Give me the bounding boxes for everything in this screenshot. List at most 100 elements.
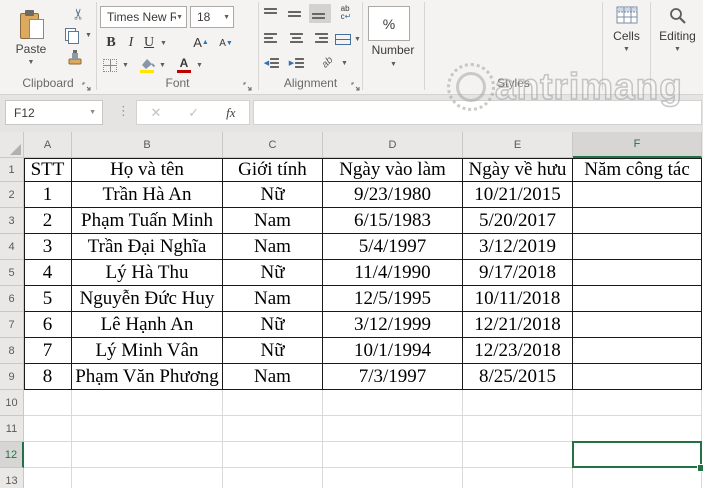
cell-E11[interactable] [463,416,573,442]
row-header-4[interactable]: 4 [0,234,24,260]
cell-D5[interactable]: 11/4/1990 [323,260,463,286]
fill-color-button[interactable] [137,55,157,75]
row-header-1[interactable]: 1 [0,158,24,182]
cell-B2[interactable]: Trần Hà An [72,182,223,208]
row-header-8[interactable]: 8 [0,338,24,364]
column-header-D[interactable]: D [323,132,463,158]
cell-E7[interactable]: 12/21/2018 [463,312,573,338]
increase-indent-button[interactable]: ▶ [286,54,308,72]
cell-C13[interactable] [223,468,323,488]
cell-E2[interactable]: 10/21/2015 [463,182,573,208]
cell-D13[interactable] [323,468,463,488]
decrease-indent-button[interactable]: ◀ [261,54,283,72]
cell-C11[interactable] [223,416,323,442]
cell-B1[interactable]: Họ và tên [72,158,223,182]
align-right-button[interactable] [309,29,331,48]
column-header-C[interactable]: C [223,132,323,158]
font-color-button[interactable]: A [174,55,194,75]
cell-A2[interactable]: 1 [24,182,72,208]
orientation-button[interactable]: ab [317,52,339,72]
font-color-dropdown-arrow[interactable]: ▼ [196,62,203,69]
cell-B13[interactable] [72,468,223,488]
cell-E3[interactable]: 5/20/2017 [463,208,573,234]
cell-A4[interactable]: 3 [24,234,72,260]
cell-F13[interactable] [573,468,702,488]
borders-dropdown-arrow[interactable]: ▼ [122,62,129,69]
cell-E4[interactable]: 3/12/2019 [463,234,573,260]
cell-D3[interactable]: 6/15/1983 [323,208,463,234]
formula-input[interactable] [253,100,702,125]
cell-D1[interactable]: Ngày vào làm [323,158,463,182]
copy-button[interactable] [62,26,82,44]
row-header-9[interactable]: 9 [0,364,24,390]
cell-A10[interactable] [24,390,72,416]
wrap-text-button[interactable]: ab c↵ [335,3,357,23]
cell-E6[interactable]: 10/11/2018 [463,286,573,312]
copy-dropdown-arrow[interactable]: ▼ [85,32,92,39]
column-header-A[interactable]: A [24,132,72,158]
cell-D2[interactable]: 9/23/1980 [323,182,463,208]
underline-button[interactable]: U [141,33,157,52]
cell-A9[interactable]: 8 [24,364,72,390]
cell-D11[interactable] [323,416,463,442]
cell-A1[interactable]: STT [24,158,72,182]
row-header-5[interactable]: 5 [0,260,24,286]
clipboard-dialog-launcher[interactable] [82,79,92,91]
fill-handle[interactable] [697,464,703,472]
cell-C6[interactable]: Nam [223,286,323,312]
cell-D6[interactable]: 12/5/1995 [323,286,463,312]
cell-E5[interactable]: 9/17/2018 [463,260,573,286]
cell-C5[interactable]: Nữ [223,260,323,286]
cell-B6[interactable]: Nguyễn Đức Huy [72,286,223,312]
align-left-button[interactable] [261,29,283,48]
top-align-button[interactable] [261,4,283,23]
cell-A13[interactable] [24,468,72,488]
cell-A7[interactable]: 6 [24,312,72,338]
cell-A6[interactable]: 5 [24,286,72,312]
insert-function-icon[interactable]: fx [226,105,235,121]
name-box[interactable]: F12 ▼ [5,100,103,125]
cell-E1[interactable]: Ngày về hưu [463,158,573,182]
row-header-13[interactable]: 13 [0,468,24,488]
cell-E13[interactable] [463,468,573,488]
bold-button[interactable]: B [102,33,120,52]
select-all-corner[interactable] [0,132,24,158]
italic-button[interactable]: I [123,33,139,52]
number-dropdown-arrow[interactable]: ▼ [390,61,397,68]
cell-C8[interactable]: Nữ [223,338,323,364]
cell-A8[interactable]: 7 [24,338,72,364]
cell-A5[interactable]: 4 [24,260,72,286]
formula-bar-grip-icon[interactable]: ⋮ [117,103,130,119]
cell-B8[interactable]: Lý Minh Vân [72,338,223,364]
middle-align-button[interactable] [285,4,307,23]
underline-dropdown-arrow[interactable]: ▼ [160,40,167,47]
cell-C3[interactable]: Nam [223,208,323,234]
cell-D12[interactable] [323,442,463,468]
cell-E8[interactable]: 12/23/2018 [463,338,573,364]
row-header-11[interactable]: 11 [0,416,24,442]
cell-C10[interactable] [223,390,323,416]
cell-B12[interactable] [72,442,223,468]
row-header-12[interactable]: 12 [0,442,24,468]
cell-B3[interactable]: Phạm Tuấn Minh [72,208,223,234]
alignment-dialog-launcher[interactable] [351,79,361,91]
cell-F8[interactable] [573,338,702,364]
column-header-B[interactable]: B [72,132,223,158]
cell-A12[interactable] [24,442,72,468]
cell-F10[interactable] [573,390,702,416]
row-header-2[interactable]: 2 [0,182,24,208]
cell-F7[interactable] [573,312,702,338]
column-header-F[interactable]: F [573,132,702,158]
cell-C12[interactable] [223,442,323,468]
cell-E10[interactable] [463,390,573,416]
cut-button[interactable]: ✂ [66,4,90,24]
cell-F4[interactable] [573,234,702,260]
cell-D8[interactable]: 10/1/1994 [323,338,463,364]
number-group-button-label[interactable]: Number [362,43,424,57]
shrink-font-button[interactable]: A ▼ [216,35,236,52]
cell-C7[interactable]: Nữ [223,312,323,338]
cell-D7[interactable]: 3/12/1999 [323,312,463,338]
bottom-align-button[interactable] [309,4,331,23]
cell-C4[interactable]: Nam [223,234,323,260]
row-header-7[interactable]: 7 [0,312,24,338]
